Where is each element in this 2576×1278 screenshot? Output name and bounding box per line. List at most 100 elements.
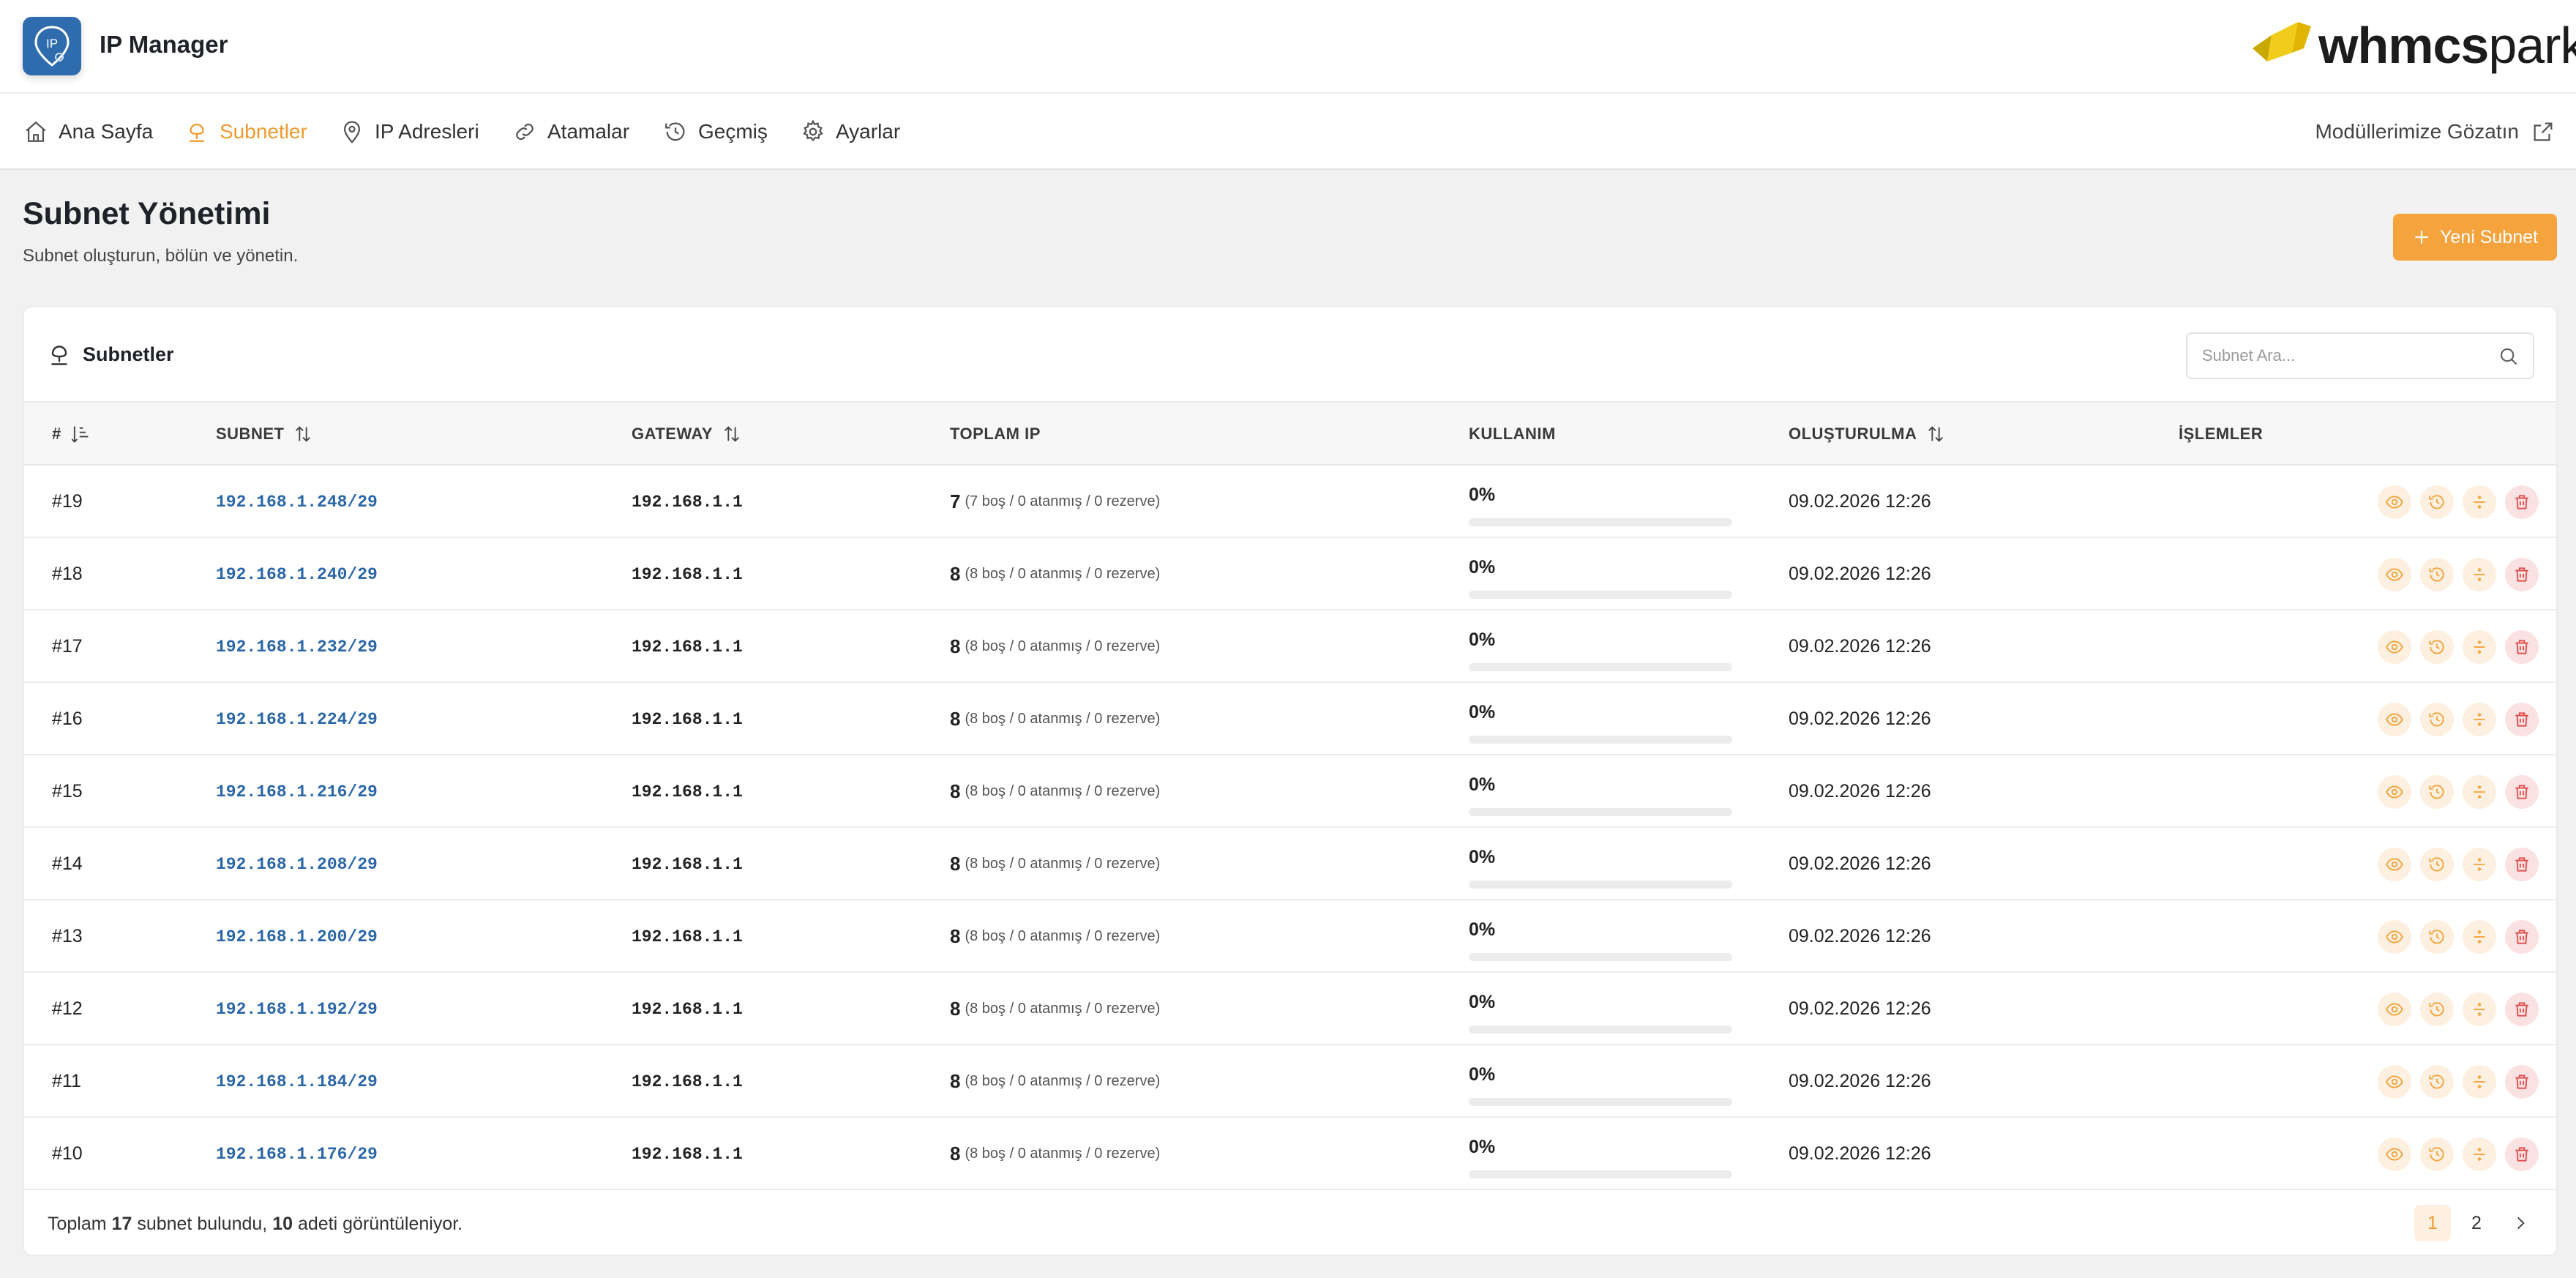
row-id: #19: [52, 491, 83, 512]
history-icon: [2429, 785, 2444, 799]
split-button[interactable]: [2463, 775, 2496, 809]
view-button[interactable]: [2378, 630, 2411, 664]
split-button[interactable]: [2463, 1065, 2496, 1099]
created-date: 09.02.2026 12:26: [1789, 781, 1931, 801]
trash-icon: [2515, 640, 2528, 654]
total-ip: 8 (8 boş / 0 atanmış / 0 rezerve): [950, 708, 1161, 730]
app-logo[interactable]: IP: [23, 17, 81, 75]
history-button[interactable]: [2420, 1065, 2454, 1099]
view-button[interactable]: [2378, 920, 2411, 954]
row-id: #12: [52, 998, 83, 1019]
split-button[interactable]: [2463, 993, 2496, 1026]
usage-bar: [1469, 953, 1732, 961]
delete-button[interactable]: [2505, 630, 2539, 664]
view-button[interactable]: [2378, 703, 2411, 736]
divide-icon: [2474, 568, 2485, 581]
search-input[interactable]: [2187, 334, 2533, 378]
subnet-link[interactable]: 192.168.1.216/29: [216, 755, 378, 828]
eye-icon: [2386, 713, 2403, 726]
page-button-1[interactable]: 1: [2414, 1205, 2451, 1241]
brand-logo[interactable]: whmcspark: [2250, 19, 2576, 72]
split-button[interactable]: [2463, 630, 2496, 664]
column-header-id[interactable]: #: [52, 403, 91, 466]
delete-button[interactable]: [2505, 485, 2539, 519]
new-subnet-button[interactable]: Yeni Subnet: [2393, 214, 2557, 261]
split-button[interactable]: [2463, 1137, 2496, 1171]
usage-percent: 0%: [1469, 774, 1496, 795]
column-header-subnet[interactable]: SUBNET: [216, 403, 313, 466]
usage-percent: 0%: [1469, 919, 1496, 940]
nav-item-history[interactable]: Geçmiş: [663, 94, 768, 170]
delete-button[interactable]: [2505, 558, 2539, 591]
split-button[interactable]: [2463, 485, 2496, 519]
nav-item-ip-addresses[interactable]: IP Adresleri: [340, 94, 479, 170]
nav-item-settings[interactable]: Ayarlar: [801, 94, 900, 170]
split-button[interactable]: [2463, 703, 2496, 736]
external-modules-link[interactable]: Modüllerimize Gözatın: [2315, 94, 2556, 170]
usage-bar: [1469, 663, 1732, 671]
table-row: #12 192.168.1.192/29 192.168.1.1 8 (8 boş / …: [24, 973, 2556, 1045]
delete-button[interactable]: [2505, 1137, 2539, 1171]
delete-button[interactable]: [2505, 1065, 2539, 1099]
delete-button[interactable]: [2505, 775, 2539, 809]
row-actions: [2378, 1065, 2539, 1099]
eye-icon: [2386, 858, 2403, 871]
view-button[interactable]: [2378, 1137, 2411, 1171]
app-title: IP Manager: [100, 31, 228, 58]
usage-percent: 0%: [1469, 1137, 1496, 1157]
subnet-link[interactable]: 192.168.1.176/29: [216, 1118, 378, 1190]
usage-indicator: 0%: [1469, 557, 1732, 599]
history-icon: [2429, 857, 2444, 872]
delete-button[interactable]: [2505, 848, 2539, 881]
subnet-link[interactable]: 192.168.1.192/29: [216, 973, 378, 1045]
history-button[interactable]: [2420, 1137, 2454, 1171]
split-button[interactable]: [2463, 558, 2496, 591]
chevron-right-icon: [2517, 1217, 2525, 1230]
nav-item-home[interactable]: Ana Sayfa: [23, 94, 153, 170]
history-button[interactable]: [2420, 993, 2454, 1026]
nav-item-assignments[interactable]: Atamalar: [512, 94, 629, 170]
delete-button[interactable]: [2505, 703, 2539, 736]
card-title-label: Subnetler: [83, 343, 174, 365]
view-button[interactable]: [2378, 848, 2411, 881]
subnet-link[interactable]: 192.168.1.208/29: [216, 828, 378, 900]
subnet-link[interactable]: 192.168.1.240/29: [216, 538, 378, 610]
subnet-link[interactable]: 192.168.1.184/29: [216, 1045, 378, 1118]
subnet-link[interactable]: 192.168.1.248/29: [216, 466, 378, 538]
delete-button[interactable]: [2505, 993, 2539, 1026]
usage-bar: [1469, 591, 1732, 599]
gateway-value: 192.168.1.1: [632, 1144, 743, 1164]
delete-button[interactable]: [2505, 920, 2539, 954]
split-button[interactable]: [2463, 848, 2496, 881]
table-row: #17 192.168.1.232/29 192.168.1.1 8 (8 boş / …: [24, 610, 2556, 683]
row-id: #13: [52, 926, 83, 946]
history-button[interactable]: [2420, 703, 2454, 736]
history-button[interactable]: [2420, 848, 2454, 881]
page-button-2[interactable]: 2: [2458, 1205, 2495, 1241]
nav-item-subnets[interactable]: Subnetler: [184, 94, 307, 170]
trash-icon: [2515, 567, 2528, 582]
subnet-link[interactable]: 192.168.1.224/29: [216, 683, 378, 755]
gear-icon: [803, 119, 823, 142]
history-button[interactable]: [2420, 775, 2454, 809]
view-button[interactable]: [2378, 1065, 2411, 1099]
column-header-created[interactable]: OLUŞTURULMA: [1789, 403, 1946, 466]
history-button[interactable]: [2420, 485, 2454, 519]
view-button[interactable]: [2378, 558, 2411, 591]
history-button[interactable]: [2420, 630, 2454, 664]
view-button[interactable]: [2378, 485, 2411, 519]
subnet-link[interactable]: 192.168.1.200/29: [216, 900, 378, 973]
row-id: #11: [52, 1071, 81, 1091]
view-button[interactable]: [2378, 775, 2411, 809]
search-icon[interactable]: [2498, 345, 2520, 367]
split-button[interactable]: [2463, 920, 2496, 954]
eye-icon: [2386, 496, 2403, 509]
logo-label: IP: [46, 37, 58, 51]
subnet-link[interactable]: 192.168.1.232/29: [216, 610, 378, 683]
history-button[interactable]: [2420, 558, 2454, 591]
view-button[interactable]: [2378, 993, 2411, 1026]
column-header-gateway[interactable]: GATEWAY: [632, 403, 742, 466]
history-button[interactable]: [2420, 920, 2454, 954]
next-page-button[interactable]: [2502, 1205, 2539, 1241]
usage-percent: 0%: [1469, 992, 1496, 1012]
